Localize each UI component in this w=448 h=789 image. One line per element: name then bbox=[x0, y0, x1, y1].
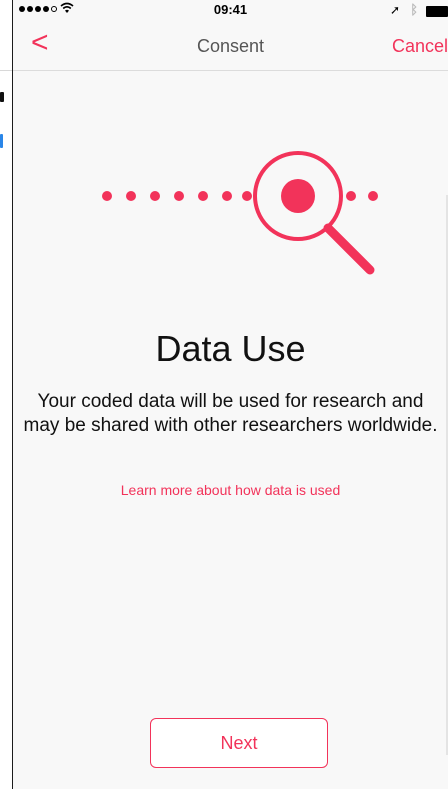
learn-more-link[interactable]: Learn more about how data is used bbox=[13, 482, 448, 498]
background-window-accent bbox=[0, 134, 3, 148]
location-icon: ➚ bbox=[389, 3, 400, 17]
data-search-icon bbox=[102, 151, 378, 275]
phone-screen: 09:41 ➚ ᛒ < Consent Cancel Data Use Your… bbox=[12, 0, 448, 789]
cancel-button[interactable]: Cancel bbox=[392, 36, 448, 57]
status-time: 09:41 bbox=[213, 2, 248, 17]
nav-title: Consent bbox=[196, 36, 265, 56]
background-window-control bbox=[0, 92, 4, 102]
page-heading: Data Use bbox=[155, 328, 306, 369]
background-window-divider bbox=[0, 70, 12, 71]
status-bar: 09:41 ➚ ᛒ bbox=[13, 0, 448, 22]
navigation-bar: < Consent Cancel bbox=[13, 22, 448, 71]
bluetooth-icon: ᛒ bbox=[410, 2, 418, 17]
body-text: Your coded data will be used for researc… bbox=[23, 391, 438, 436]
next-button[interactable]: Next bbox=[150, 718, 328, 768]
background-window bbox=[0, 0, 12, 789]
battery-icon bbox=[426, 6, 448, 17]
